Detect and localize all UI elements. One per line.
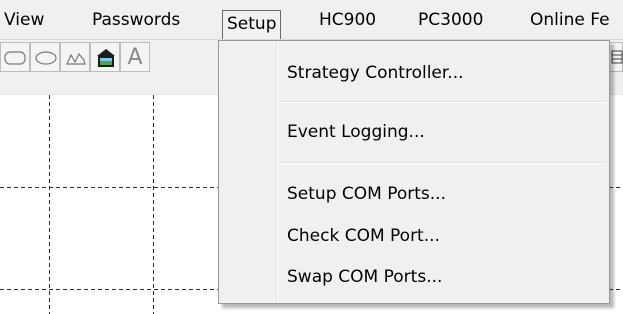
menu-separator xyxy=(279,101,606,103)
menu-pc3000[interactable]: PC3000 xyxy=(418,0,483,40)
freeform-line-icon[interactable] xyxy=(60,42,90,72)
setup-dropdown-menu: Strategy Controller... Event Logging... … xyxy=(218,40,610,304)
menu-view[interactable]: View xyxy=(4,0,44,40)
text-tool-icon[interactable]: A xyxy=(120,42,150,72)
menu-item-check-com-port[interactable]: Check COM Port... xyxy=(287,221,440,251)
menu-item-event-logging[interactable]: Event Logging... xyxy=(287,117,425,147)
grid-tool-icon[interactable] xyxy=(608,42,623,72)
menu-hc900[interactable]: HC900 xyxy=(319,0,376,40)
menu-setup[interactable]: Setup xyxy=(222,10,282,39)
menu-online[interactable]: Online Fe xyxy=(530,0,610,40)
menu-separator xyxy=(279,162,606,164)
menu-item-strategy-controller[interactable]: Strategy Controller... xyxy=(287,58,464,88)
bitmap-image-icon[interactable] xyxy=(90,42,120,72)
menu-item-swap-com-ports[interactable]: Swap COM Ports... xyxy=(287,262,442,292)
ellipse-icon[interactable] xyxy=(30,42,60,72)
menu-passwords[interactable]: Passwords xyxy=(92,0,180,40)
rounded-rectangle-icon[interactable] xyxy=(0,42,30,72)
text-tool-glyph: A xyxy=(127,45,143,70)
menu-item-setup-com-ports[interactable]: Setup COM Ports... xyxy=(287,179,446,209)
menu-bar: View Passwords Setup HC900 PC3000 Online… xyxy=(0,0,623,40)
menu-icon-gutter xyxy=(276,43,278,301)
